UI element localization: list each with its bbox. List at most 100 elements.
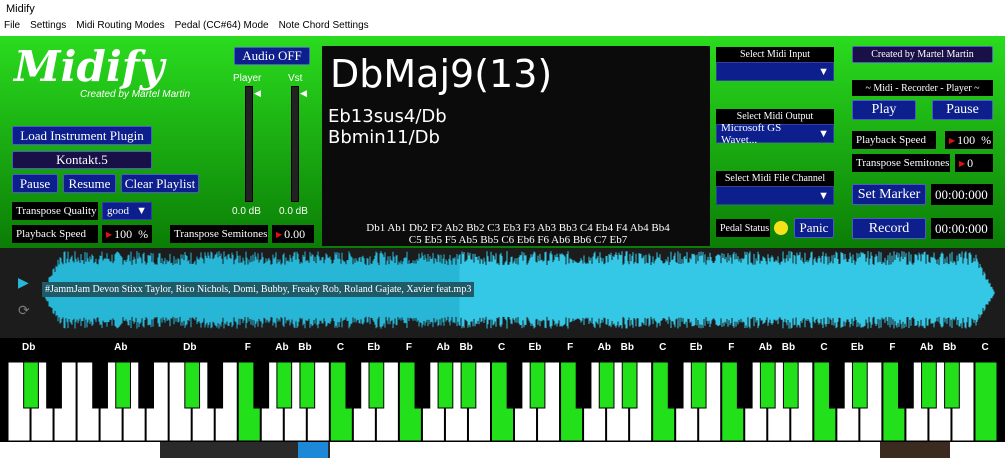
audio-toggle-button[interactable]: Audio OFF: [234, 47, 310, 65]
transpose-quality-value: good: [107, 205, 129, 217]
midi-channel-select[interactable]: ▼: [716, 186, 834, 205]
select-midi-channel-label: Select Midi File Channel: [716, 171, 834, 186]
black-key[interactable]: [138, 362, 155, 409]
midi-output-value: Microsoft GS Wavet...: [721, 121, 782, 146]
black-key[interactable]: [437, 362, 454, 409]
waveform-panel[interactable]: ▶ ⟳ #JammJam Devon Stixx Taylor, Rico Ni…: [0, 248, 1005, 338]
player-db-readout: 0.0 dB: [232, 206, 261, 217]
key-label: C: [659, 342, 667, 353]
black-key[interactable]: [253, 362, 270, 409]
menu-midi-routing[interactable]: Midi Routing Modes: [76, 20, 164, 36]
load-plugin-button[interactable]: Load Instrument Plugin: [12, 126, 152, 145]
logo-subtitle: Created by Martel Martin: [80, 89, 191, 100]
record-button[interactable]: Record: [852, 218, 926, 239]
black-key[interactable]: [690, 362, 707, 409]
credit-button[interactable]: Created by Martel Martin: [852, 46, 993, 63]
record-time: 00:00:000: [931, 218, 993, 239]
chevron-down-icon: ▼: [818, 189, 829, 202]
pause-button[interactable]: Pause: [12, 174, 58, 193]
key-label: Bb: [459, 342, 473, 353]
key-labels: F C F C F C F C F C Db Ab Db Ab Bb Eb Ab Bb Eb Ab Bb Eb Ab Bb Eb…: [0, 338, 1005, 362]
spin-arrow-icon: ▶: [276, 229, 283, 239]
spin-arrow-icon: ▶: [949, 135, 956, 145]
notes-line-1: Db1 Ab1 Db2 F2 Ab2 Bb2 C3 Eb3 F3 Ab3 Bb3…: [366, 222, 670, 234]
black-key[interactable]: [782, 362, 799, 409]
key-label: F: [728, 342, 735, 353]
select-midi-input-label: Select Midi Input: [716, 47, 834, 62]
black-key[interactable]: [46, 362, 62, 409]
black-key[interactable]: [759, 362, 776, 409]
recorder-title: ~ Midi - Recorder - Player ~: [852, 80, 993, 96]
recorder-speed-value: 100: [957, 132, 976, 147]
black-key[interactable]: [598, 362, 615, 409]
black-key[interactable]: [276, 362, 293, 409]
midi-output-select[interactable]: Microsoft GS Wavet... ▼: [716, 121, 834, 146]
black-key[interactable]: [667, 362, 684, 409]
playback-speed-value: 100: [114, 226, 133, 241]
key-label: Eb: [367, 342, 381, 353]
menu-file[interactable]: File: [4, 20, 20, 36]
key-label: Ab: [597, 342, 611, 353]
vst-db-readout: 0.0 dB: [279, 206, 308, 217]
midi-input-select[interactable]: ▼: [716, 62, 834, 81]
pedal-status-indicator: [774, 221, 788, 235]
black-key[interactable]: [828, 362, 845, 409]
transpose-quality-select[interactable]: good ▼: [102, 202, 152, 220]
black-key[interactable]: [299, 362, 316, 409]
clear-playlist-button[interactable]: Clear Playlist: [121, 174, 199, 193]
recorder-speed-input[interactable]: ▶ 100 %: [945, 131, 993, 149]
black-key[interactable]: [898, 362, 914, 409]
black-key[interactable]: [345, 362, 362, 409]
playback-speed-label: Playback Speed: [12, 225, 98, 243]
black-key[interactable]: [368, 362, 385, 409]
recorder-play-button[interactable]: Play: [852, 100, 916, 120]
black-key[interactable]: [944, 362, 960, 409]
black-key[interactable]: [529, 362, 546, 409]
black-key[interactable]: [575, 362, 592, 409]
menu-pedal-mode[interactable]: Pedal (CC#64) Mode: [175, 20, 269, 36]
play-icon[interactable]: ▶: [18, 274, 29, 291]
marker-time: 00:00:000: [931, 184, 993, 205]
loop-icon[interactable]: ⟳: [18, 302, 30, 319]
black-key[interactable]: [621, 362, 638, 409]
spin-arrow-icon: ▶: [959, 158, 966, 168]
set-marker-button[interactable]: Set Marker: [852, 184, 926, 205]
recorder-pause-button[interactable]: Pause: [932, 100, 993, 120]
key-label: C: [336, 342, 345, 353]
recorder-transpose-input[interactable]: ▶ 0: [955, 154, 993, 172]
black-key[interactable]: [851, 362, 868, 409]
app-logo: Midify: [14, 42, 165, 91]
key-label: F: [889, 342, 896, 353]
transpose-semitones-label: Transpose Semitones: [170, 225, 268, 243]
black-key[interactable]: [184, 362, 201, 409]
menu-settings[interactable]: Settings: [30, 20, 66, 36]
black-key[interactable]: [921, 362, 937, 409]
menu-bar: File Settings Midi Routing Modes Pedal (…: [0, 18, 1005, 36]
percent-sign: %: [138, 226, 149, 241]
black-key[interactable]: [506, 362, 523, 409]
black-key[interactable]: [23, 362, 39, 409]
piano-keyboard[interactable]: [8, 362, 998, 442]
alt-chord-1: Eb13sus4/Db: [328, 106, 447, 127]
resume-button[interactable]: Resume: [63, 174, 116, 193]
menu-note-chord-settings[interactable]: Note Chord Settings: [279, 20, 369, 36]
panic-button[interactable]: Panic: [794, 218, 834, 238]
transpose-quality-label: Transpose Quality: [12, 202, 98, 220]
playback-speed-input[interactable]: ▶ 100 %: [102, 225, 152, 243]
player-volume-handle[interactable]: ◀: [254, 88, 261, 99]
black-key[interactable]: [207, 362, 224, 409]
black-key[interactable]: [460, 362, 477, 409]
transpose-semitones-input[interactable]: ▶ 0.00: [272, 225, 314, 243]
white-key[interactable]: [974, 362, 998, 442]
black-key[interactable]: [414, 362, 431, 409]
key-label: Eb: [689, 342, 703, 353]
key-label: Ab: [919, 342, 934, 353]
plugin-name-button[interactable]: Kontakt.5: [12, 151, 152, 169]
key-label: Bb: [781, 342, 796, 353]
recorder-transpose-label: Transpose Semitones: [852, 154, 950, 172]
taskbar-app-icon[interactable]: [298, 442, 328, 458]
black-key[interactable]: [736, 362, 753, 409]
black-key[interactable]: [92, 362, 108, 409]
black-key[interactable]: [115, 362, 131, 409]
vst-volume-handle[interactable]: ◀: [300, 88, 307, 99]
